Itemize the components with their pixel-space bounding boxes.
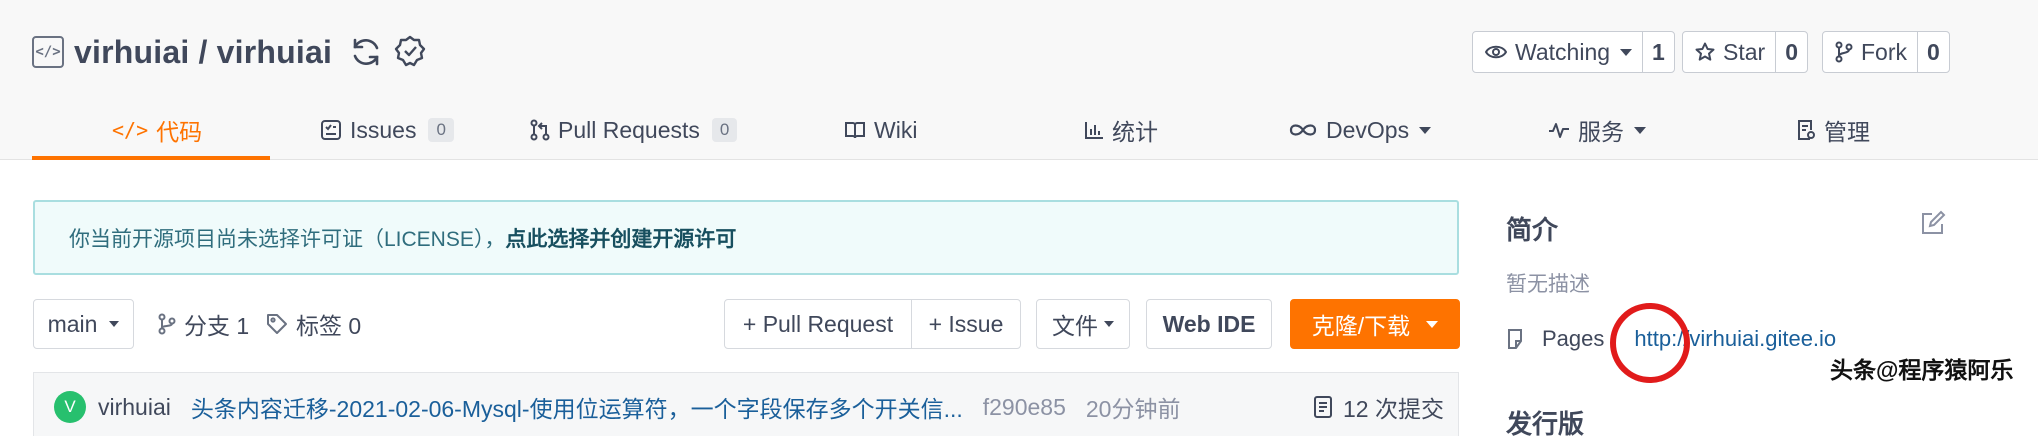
repo-full-name[interactable]: virhuiai / virhuiai <box>74 34 332 71</box>
star-label: Star <box>1723 38 1766 65</box>
branch-icon <box>158 313 176 335</box>
settings-doc-icon <box>1798 120 1815 140</box>
watch-count[interactable]: 1 <box>1642 32 1674 72</box>
repo-tabs: </> 代码 Issues 0 Pull Requests 0 Wiki 统计 … <box>32 100 2006 160</box>
repo-title: </> virhuiai / virhuiai <box>32 30 428 74</box>
issues-icon <box>321 120 341 140</box>
chevron-down-icon <box>109 321 120 327</box>
chevron-down-icon <box>1426 320 1439 328</box>
license-notice: 你当前开源项目尚未选择许可证（LICENSE）， 点此选择并创建开源许可 <box>33 200 1459 275</box>
commit-message[interactable]: 头条内容迁移-2021-02-06-Mysql-使用位运算符，一个字段保存多个开… <box>191 390 963 424</box>
tab-devops-label: DevOps <box>1326 116 1410 143</box>
repo-header: </> virhuiai / virhuiai Watching 1 Star <box>0 0 2038 160</box>
highlight-circle <box>1610 303 1690 383</box>
pull-request-icon <box>530 119 550 141</box>
tab-stats-label: 统计 <box>1112 119 1158 145</box>
watch-label: Watching <box>1515 38 1611 65</box>
active-tab-underline <box>32 156 270 160</box>
tab-devops[interactable]: DevOps <box>1288 100 1432 160</box>
code-icon: </> <box>112 118 149 142</box>
star-icon <box>1695 42 1715 61</box>
commit-hash[interactable]: f290e85 <box>983 394 1066 421</box>
tab-issues[interactable]: Issues 0 <box>320 100 454 160</box>
badge-icon[interactable] <box>392 34 428 70</box>
tab-pull-requests[interactable]: Pull Requests 0 <box>530 100 738 160</box>
clone-download-label: 克隆/下载 <box>1311 313 1411 339</box>
edit-icon[interactable] <box>1920 210 1946 241</box>
bar-chart-icon <box>1085 122 1103 139</box>
clone-download-button[interactable]: 克隆/下载 <box>1290 299 1460 349</box>
tags-label: 标签 0 <box>296 313 362 339</box>
tab-manage[interactable]: 管理 <box>1796 100 1870 160</box>
commit-count-link[interactable]: 12 次提交 <box>1313 373 1444 436</box>
tab-code[interactable]: </> 代码 <box>112 100 202 160</box>
license-notice-text: 你当前开源项目尚未选择许可证（LICENSE）， <box>69 227 506 251</box>
branches-label: 分支 1 <box>184 313 250 339</box>
new-pull-request-button[interactable]: + Pull Request <box>724 299 912 349</box>
tag-icon <box>267 314 287 334</box>
latest-commit-bar: V virhuiai 头条内容迁移-2021-02-06-Mysql-使用位运算… <box>33 372 1459 436</box>
code-repo-icon: </> <box>32 36 64 68</box>
tab-manage-label: 管理 <box>1824 119 1870 145</box>
branch-name: main <box>47 310 98 337</box>
files-label: 文件 <box>1052 313 1098 339</box>
pull-requests-count-badge: 0 <box>711 118 738 142</box>
fork-group: Fork 0 <box>1822 31 1950 73</box>
tab-code-label: 代码 <box>156 119 203 145</box>
tab-pull-requests-label: Pull Requests <box>558 116 700 143</box>
chevron-down-icon <box>1419 126 1432 134</box>
commits-icon <box>1314 396 1333 418</box>
web-ide-button[interactable]: Web IDE <box>1146 299 1272 349</box>
tab-issues-label: Issues <box>350 116 417 143</box>
commit-time: 20分钟前 <box>1085 396 1181 422</box>
watch-button[interactable]: Watching <box>1473 32 1642 72</box>
fork-label: Fork <box>1861 38 1907 65</box>
tags-link[interactable]: 标签 0 <box>266 299 361 349</box>
pages-label: Pages <box>1542 326 1605 351</box>
tab-wiki[interactable]: Wiki <box>844 100 917 160</box>
tab-services-label: 服务 <box>1578 119 1624 145</box>
fork-count[interactable]: 0 <box>1917 32 1949 72</box>
branches-link[interactable]: 分支 1 <box>158 299 249 349</box>
create-license-link[interactable]: 点此选择并创建开源许可 <box>505 223 736 253</box>
tab-services[interactable]: 服务 <box>1548 100 1646 160</box>
watch-group: Watching 1 <box>1472 31 1675 73</box>
tab-wiki-label: Wiki <box>874 116 918 143</box>
issues-count-badge: 0 <box>428 118 454 142</box>
sync-icon[interactable] <box>348 34 384 70</box>
commit-author[interactable]: virhuiai <box>98 394 171 421</box>
commit-count-label: 12 次提交 <box>1343 396 1444 422</box>
infinity-icon <box>1289 124 1317 136</box>
intro-title: 简介 <box>1506 215 1559 245</box>
chevron-down-icon <box>1104 321 1114 327</box>
files-dropdown[interactable]: 文件 <box>1036 299 1130 349</box>
fork-button[interactable]: Fork <box>1823 32 1917 72</box>
watermark: 头条@程序猿阿乐 <box>1830 357 2014 383</box>
new-issue-button[interactable]: + Issue <box>911 299 1021 349</box>
pages-icon <box>1508 329 1522 349</box>
repo-description: 暂无描述 <box>1506 273 1590 296</box>
fork-icon <box>1835 41 1853 63</box>
chevron-down-icon <box>1634 126 1646 134</box>
pulse-icon <box>1549 123 1569 138</box>
star-count[interactable]: 0 <box>1775 32 1807 72</box>
branch-selector[interactable]: main <box>33 299 134 349</box>
avatar[interactable]: V <box>54 391 86 423</box>
eye-icon <box>1485 45 1507 59</box>
book-icon <box>845 122 865 139</box>
chevron-down-icon <box>1620 48 1633 56</box>
tab-stats[interactable]: 统计 <box>1084 100 1158 160</box>
star-group: Star 0 <box>1682 31 1808 73</box>
star-button[interactable]: Star <box>1683 32 1775 72</box>
release-title: 发行版 <box>1506 409 1585 436</box>
